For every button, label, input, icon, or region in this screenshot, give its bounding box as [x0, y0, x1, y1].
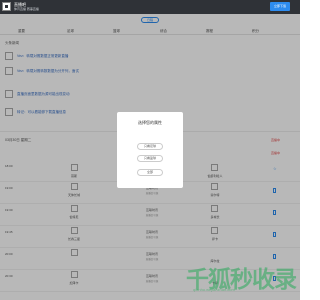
basketball-only-button[interactable]: 只看篮球 [137, 155, 163, 162]
football-only-button[interactable]: 只看足球 [137, 143, 163, 150]
preference-dialog: 选择您的属性 只看足球 只看篮球 全部 [117, 112, 183, 188]
app-subtitle: 体育直播 赛事直播 [14, 7, 39, 11]
open-app-button[interactable]: 立即下载 [270, 2, 290, 11]
dialog-title: 选择您的属性 [138, 120, 162, 125]
app-logo-icon [2, 2, 11, 11]
app-title: 直播吧 [14, 1, 26, 7]
all-button[interactable]: 全部 [137, 169, 163, 176]
watermark-url: qianhu.wejianzhan.com [193, 287, 235, 292]
top-app-bar: 直播吧 体育直播 赛事直播 立即下载 [0, 0, 300, 14]
